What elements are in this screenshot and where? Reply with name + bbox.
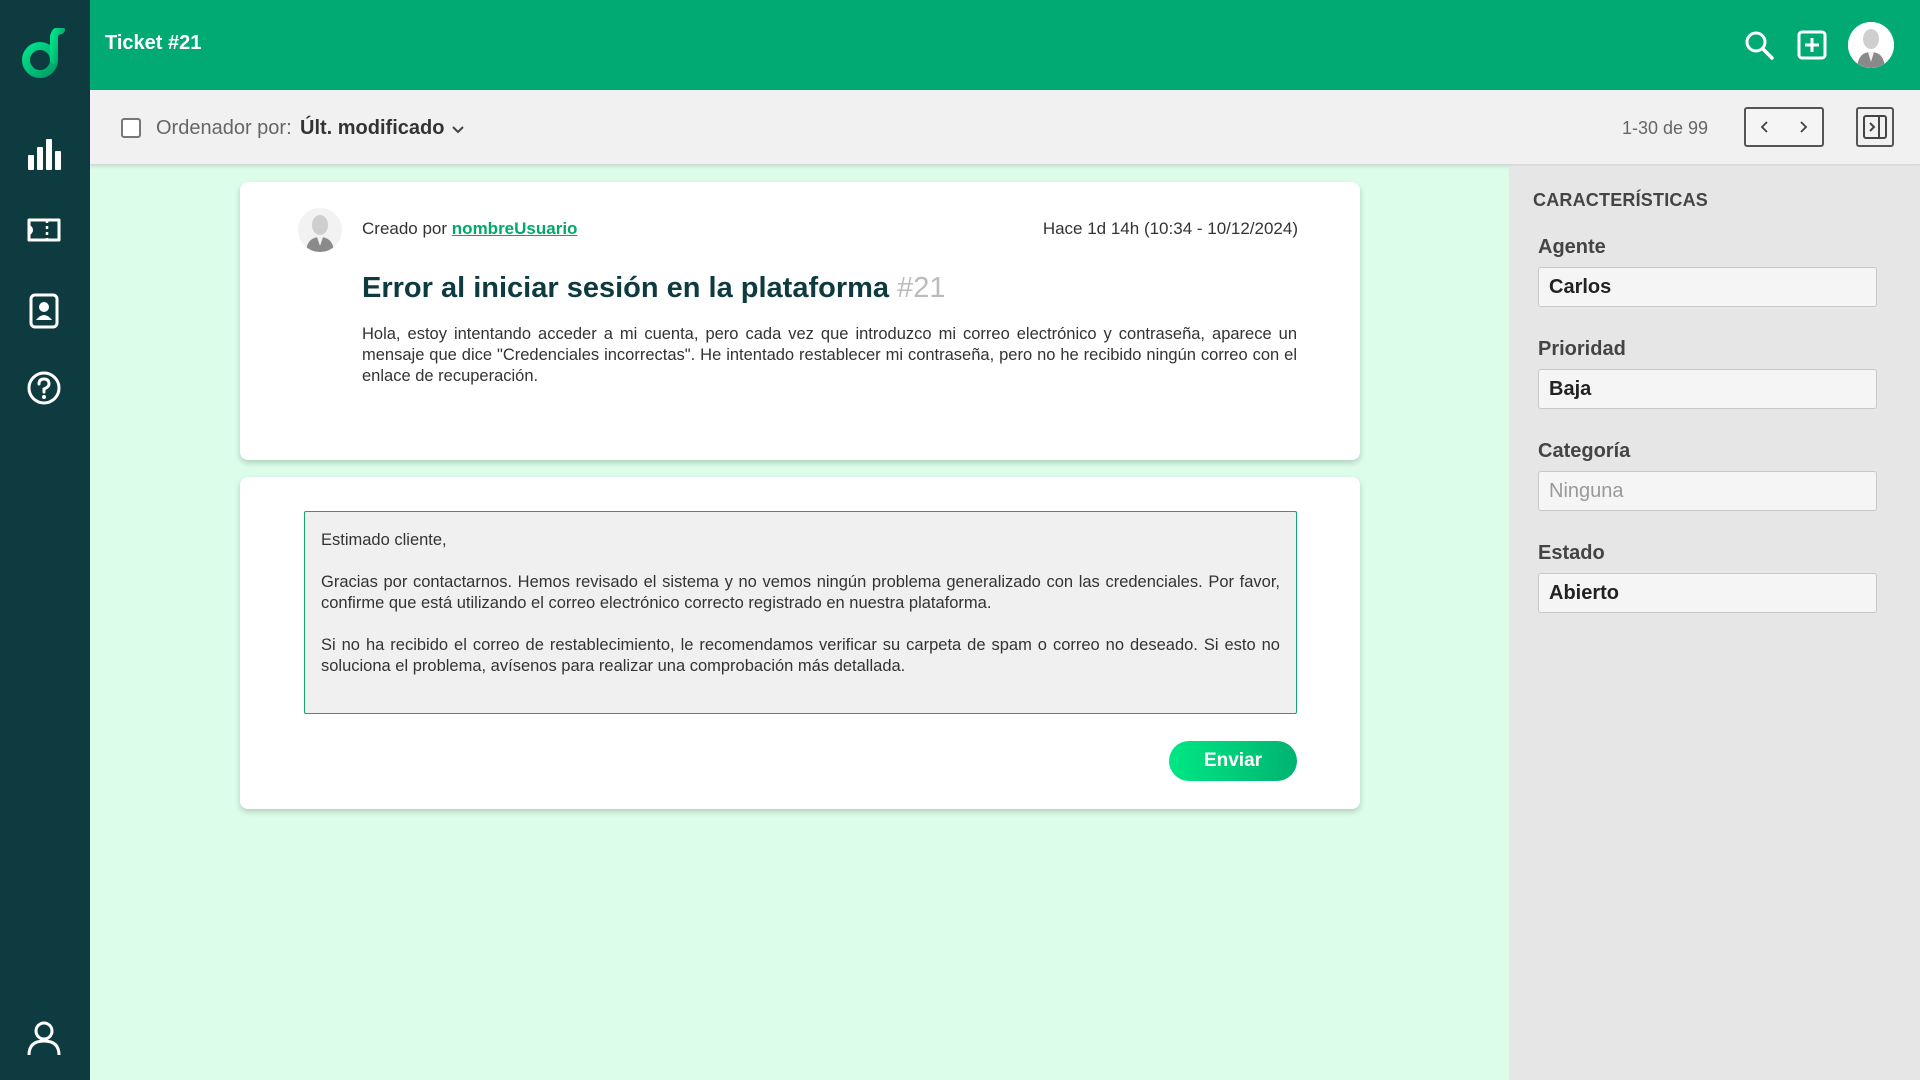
chevron-right-icon xyxy=(1800,121,1808,133)
search-icon[interactable] xyxy=(1740,26,1778,64)
contact-card-icon[interactable] xyxy=(22,289,66,333)
pagination-info: 1-30 de 99 xyxy=(1622,118,1709,138)
next-page-button[interactable] xyxy=(1784,109,1822,145)
select-all-checkbox[interactable] xyxy=(121,118,141,138)
chevron-left-icon xyxy=(1760,121,1768,133)
ticket-body: Hola, estoy intentando acceder a mi cuen… xyxy=(362,325,1297,385)
avatar[interactable] xyxy=(1848,22,1894,68)
characteristics-panel: CARACTERÍSTICAS Agente Carlos Prioridad … xyxy=(1509,166,1920,1080)
category-select[interactable]: Ninguna xyxy=(1538,471,1877,511)
agent-select[interactable]: Carlos xyxy=(1538,267,1877,307)
reply-paragraph-1: Gracias por contactarnos. Hemos revisado… xyxy=(321,573,1280,612)
reply-paragraph-2: Si no ha recibido el correo de restablec… xyxy=(321,636,1280,675)
ticket-title-text: Error al iniciar sesión en la plataforma xyxy=(362,272,890,304)
toolbar: Ordenador por: Últ. modificado 1-30 de 9… xyxy=(90,90,1920,165)
priority-select[interactable]: Baja xyxy=(1538,369,1877,409)
sort-dropdown[interactable]: Últ. modificado xyxy=(300,117,444,140)
ticket-card: Creado por nombreUsuario Hace 1d 14h (10… xyxy=(240,182,1360,460)
bar-chart-icon[interactable] xyxy=(22,132,66,176)
reply-textarea[interactable]: Estimado cliente, Gracias por contactarn… xyxy=(304,511,1297,714)
agent-label: Agente xyxy=(1538,236,1606,258)
created-by: Creado por nombreUsuario xyxy=(362,219,577,239)
created-by-prefix: Creado por xyxy=(362,219,448,238)
app-logo[interactable] xyxy=(20,26,68,80)
author-link[interactable]: nombreUsuario xyxy=(452,219,578,238)
user-icon[interactable] xyxy=(22,1016,66,1060)
sidebar xyxy=(0,0,90,1080)
send-button[interactable]: Enviar xyxy=(1169,741,1297,781)
help-icon[interactable] xyxy=(22,366,66,410)
status-label: Estado xyxy=(1538,542,1605,564)
pagination-controls xyxy=(1744,107,1824,147)
author-avatar xyxy=(298,208,342,252)
reply-greeting: Estimado cliente, xyxy=(321,531,447,549)
chevron-down-icon[interactable] xyxy=(448,119,468,139)
side-panel-icon xyxy=(1863,115,1887,139)
ticket-title: Error al iniciar sesión en la plataforma… xyxy=(362,272,945,305)
panel-toggle-button[interactable] xyxy=(1856,107,1894,147)
ticket-icon[interactable] xyxy=(22,208,66,252)
page-title: Ticket #21 xyxy=(105,32,202,54)
priority-label: Prioridad xyxy=(1538,338,1626,360)
prev-page-button[interactable] xyxy=(1746,109,1784,145)
panel-title: CARACTERÍSTICAS xyxy=(1533,190,1709,210)
category-label: Categoría xyxy=(1538,440,1631,462)
top-bar: Ticket #21 xyxy=(90,0,1920,90)
ticket-number: #21 xyxy=(897,272,946,304)
status-select[interactable]: Abierto xyxy=(1538,573,1877,613)
add-box-icon[interactable] xyxy=(1793,26,1831,64)
ticket-timestamp: Hace 1d 14h (10:34 - 10/12/2024) xyxy=(1042,219,1298,238)
sort-label: Ordenador por: xyxy=(156,117,292,139)
reply-card: Estimado cliente, Gracias por contactarn… xyxy=(240,477,1360,809)
